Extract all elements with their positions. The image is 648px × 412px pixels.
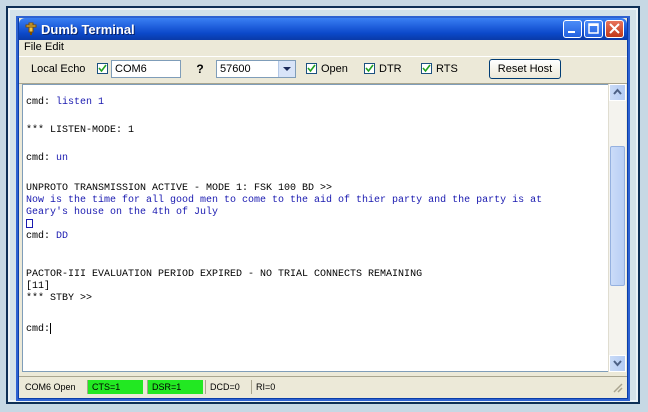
window-title: Dumb Terminal bbox=[41, 22, 135, 37]
dtr-checkbox[interactable] bbox=[364, 63, 375, 74]
cmd-prompt: cmd: bbox=[26, 97, 51, 108]
baud-select[interactable]: 57600 bbox=[216, 60, 296, 78]
unprintable-char bbox=[26, 219, 33, 228]
status-dcd: DCD=0 bbox=[205, 380, 249, 394]
port-checkbox[interactable] bbox=[97, 63, 108, 74]
terminal-line: cmd: DD bbox=[26, 231, 68, 242]
chevron-up-icon bbox=[613, 88, 622, 95]
port-input[interactable]: COM6 bbox=[111, 60, 181, 78]
vertical-scrollbar[interactable] bbox=[608, 84, 626, 372]
help-button[interactable]: ? bbox=[189, 60, 211, 78]
status-bar: COM6 Open CTS=1 DSR=1 DCD=0 RI=0 bbox=[19, 376, 627, 397]
scroll-up-button[interactable] bbox=[609, 84, 626, 101]
menu-bar: File Edit bbox=[19, 40, 627, 56]
check-icon bbox=[307, 64, 316, 73]
cmd-prompt: cmd: bbox=[26, 324, 51, 336]
terminal-line: cmd: bbox=[26, 323, 52, 336]
close-icon bbox=[609, 23, 620, 34]
minimize-button[interactable] bbox=[563, 20, 582, 38]
check-icon bbox=[98, 64, 107, 73]
app-window: Dumb Terminal File Edit Local Echo COM6 … bbox=[18, 18, 628, 399]
dropdown-arrow[interactable] bbox=[278, 61, 295, 77]
close-button[interactable] bbox=[605, 20, 624, 38]
cmd-arg: un bbox=[56, 153, 69, 164]
scroll-down-button[interactable] bbox=[609, 355, 626, 372]
baud-value: 57600 bbox=[220, 63, 251, 75]
status-dsr: DSR=1 bbox=[147, 380, 203, 394]
port-value: COM6 bbox=[115, 63, 147, 75]
minimize-icon bbox=[568, 31, 575, 33]
terminal-line: cmd: listen 1 bbox=[26, 97, 104, 108]
terminal-line bbox=[26, 219, 33, 230]
status-ri: RI=0 bbox=[251, 380, 291, 394]
terminal-line: *** LISTEN-MODE: 1 bbox=[26, 125, 135, 136]
terminal-line: PACTOR-III EVALUATION PERIOD EXPIRED - N… bbox=[26, 269, 423, 280]
open-checkbox[interactable] bbox=[306, 63, 317, 74]
status-port: COM6 Open bbox=[25, 382, 76, 392]
check-icon bbox=[422, 64, 431, 73]
maximize-button[interactable] bbox=[584, 20, 603, 38]
cmd-prompt: cmd: bbox=[26, 153, 51, 164]
local-echo-button[interactable]: Local Echo bbox=[31, 63, 85, 75]
text-cursor bbox=[50, 323, 52, 334]
scroll-thumb[interactable] bbox=[610, 146, 625, 286]
rts-checkbox[interactable] bbox=[421, 63, 432, 74]
terminal-line: cmd: un bbox=[26, 153, 68, 164]
toolbar: Local Echo COM6 ? 57600 Open DTR RTS Res… bbox=[19, 56, 627, 84]
cmd-arg: DD bbox=[56, 231, 69, 242]
chevron-down-icon bbox=[613, 360, 622, 367]
rts-label: RTS bbox=[436, 63, 458, 75]
check-icon bbox=[365, 64, 374, 73]
terminal-output[interactable]: cmd: listen 1 *** LISTEN-MODE: 1 cmd: un… bbox=[22, 84, 610, 372]
terminal-line: [11] bbox=[26, 281, 51, 292]
cmd-arg: listen 1 bbox=[56, 97, 105, 108]
terminal-line: *** STBY >> bbox=[26, 293, 93, 304]
cmd-prompt: cmd: bbox=[26, 231, 51, 242]
chevron-down-icon bbox=[283, 67, 291, 71]
title-bar[interactable]: Dumb Terminal bbox=[19, 18, 627, 40]
menu-edit[interactable]: Edit bbox=[45, 41, 64, 53]
resize-grip-icon[interactable] bbox=[611, 381, 623, 393]
dtr-label: DTR bbox=[379, 63, 402, 75]
menu-file[interactable]: File bbox=[24, 41, 42, 53]
terminal-line: Now is the time for all good men to come… bbox=[26, 195, 543, 206]
status-cts: CTS=1 bbox=[87, 380, 143, 394]
maximize-icon bbox=[588, 23, 599, 34]
terminal-line: Geary's house on the 4th of July bbox=[26, 207, 219, 218]
plug-icon bbox=[25, 22, 37, 35]
terminal-line: UNPROTO TRANSMISSION ACTIVE - MODE 1: FS… bbox=[26, 183, 333, 194]
open-label: Open bbox=[321, 63, 348, 75]
reset-host-button[interactable]: Reset Host bbox=[489, 59, 561, 79]
